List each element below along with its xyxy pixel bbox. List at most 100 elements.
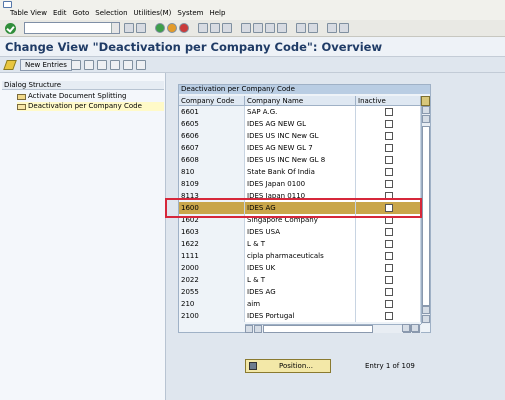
scroll-up-icon[interactable] — [422, 106, 430, 114]
scroll-down-icon[interactable] — [422, 315, 430, 323]
column-header-company-name[interactable]: Company Name — [245, 96, 356, 106]
inactive-checkbox[interactable] — [385, 144, 393, 152]
back-arrow-icon[interactable] — [124, 23, 134, 33]
scroll-left-icon[interactable] — [402, 324, 410, 332]
table-row[interactable]: 6608 IDES US INC New GL 8 — [179, 154, 421, 166]
menu-help[interactable]: Help — [209, 9, 225, 17]
find-next-icon[interactable] — [222, 23, 232, 33]
inactive-column-scroll[interactable] — [356, 324, 421, 333]
command-field[interactable] — [24, 22, 120, 34]
exit-icon[interactable] — [167, 23, 177, 33]
new-session-icon[interactable] — [296, 23, 306, 33]
company-code-cell: 810 — [179, 166, 245, 178]
inactive-checkbox[interactable] — [385, 288, 393, 296]
page-down-icon[interactable] — [422, 306, 430, 314]
inactive-checkbox[interactable] — [385, 228, 393, 236]
inactive-checkbox[interactable] — [385, 108, 393, 116]
select-block-icon[interactable] — [123, 60, 133, 70]
inactive-checkbox[interactable] — [385, 252, 393, 260]
menu-utilities[interactable]: Utilities(M) — [134, 9, 172, 17]
table-row[interactable]: 2022 L & T — [179, 274, 421, 286]
company-code-cell: 1603 — [179, 226, 245, 238]
company-name-cell: IDES Japan 0100 — [245, 178, 356, 190]
new-entries-button[interactable]: New Entries — [20, 59, 72, 71]
position-button[interactable]: Position... — [245, 359, 331, 373]
table-row[interactable]: 2000 IDES UK — [179, 262, 421, 274]
copy-as-icon[interactable] — [71, 60, 81, 70]
undo-change-icon[interactable] — [97, 60, 107, 70]
help-icon[interactable] — [327, 23, 337, 33]
inactive-checkbox[interactable] — [385, 312, 393, 320]
next-page-icon[interactable] — [265, 23, 275, 33]
company-code-cell: 6607 — [179, 142, 245, 154]
scroll-left-icon[interactable] — [245, 325, 253, 333]
scroll-right-icon[interactable] — [411, 324, 419, 332]
company-name-cell: IDES UK — [245, 262, 356, 274]
inactive-checkbox[interactable] — [385, 132, 393, 140]
shortcut-icon[interactable] — [308, 23, 318, 33]
table-row[interactable]: 2055 IDES AG — [179, 286, 421, 298]
inactive-checkbox[interactable] — [385, 168, 393, 176]
highlight-box — [165, 198, 422, 218]
inactive-checkbox[interactable] — [385, 276, 393, 284]
table-row[interactable]: 2100 IDES Portugal — [179, 310, 421, 322]
inactive-cell — [356, 226, 421, 238]
nav-item-deactivation-per-company-code[interactable]: Deactivation per Company Code — [17, 102, 164, 111]
vertical-scrollbar[interactable] — [421, 106, 430, 324]
back-icon[interactable] — [155, 23, 165, 33]
inactive-checkbox[interactable] — [385, 240, 393, 248]
enter-check-icon[interactable] — [5, 23, 16, 34]
company-name-cell: IDES AG NEW GL — [245, 118, 356, 130]
company-name-cell: aim — [245, 298, 356, 310]
column-header-company-code[interactable]: Company Code — [179, 96, 245, 106]
find-icon[interactable] — [210, 23, 220, 33]
table-row[interactable]: 810 State Bank Of India — [179, 166, 421, 178]
delete-icon[interactable] — [84, 60, 94, 70]
inactive-cell — [356, 250, 421, 262]
inactive-cell — [356, 142, 421, 154]
inactive-checkbox[interactable] — [385, 156, 393, 164]
table-row[interactable]: 1603 IDES USA — [179, 226, 421, 238]
nav-item-activate-document-splitting[interactable]: Activate Document Splitting — [17, 92, 127, 101]
menu-system[interactable]: System — [177, 9, 203, 17]
table-row[interactable]: 1622 L & T — [179, 238, 421, 250]
first-page-icon[interactable] — [241, 23, 251, 33]
system-menu-icon[interactable] — [3, 1, 12, 8]
select-all-icon[interactable] — [110, 60, 120, 70]
command-history-icon[interactable] — [111, 23, 119, 33]
company-name-cell: IDES USA — [245, 226, 356, 238]
menu-selection[interactable]: Selection — [95, 9, 127, 17]
page-left-icon[interactable] — [254, 325, 262, 333]
page-up-icon[interactable] — [422, 115, 430, 123]
company-name-cell: IDES AG — [245, 286, 356, 298]
company-code-cell: 1622 — [179, 238, 245, 250]
table-row[interactable]: 6601 SAP A.G. — [179, 106, 421, 118]
table-row[interactable]: 6605 IDES AG NEW GL — [179, 118, 421, 130]
print-icon[interactable] — [198, 23, 208, 33]
menu-table-view[interactable]: Table View — [10, 9, 47, 17]
table-settings-icon[interactable] — [421, 96, 430, 106]
inactive-checkbox[interactable] — [385, 180, 393, 188]
table-row[interactable]: 8109 IDES Japan 0100 — [179, 178, 421, 190]
menu-goto[interactable]: Goto — [73, 9, 90, 17]
table-row[interactable]: 210 aim — [179, 298, 421, 310]
scroll-thumb[interactable] — [422, 126, 430, 306]
deselect-all-icon[interactable] — [136, 60, 146, 70]
table-row[interactable]: 6607 IDES AG NEW GL 7 — [179, 142, 421, 154]
table-row[interactable]: 6606 IDES US INC New GL — [179, 130, 421, 142]
menu-edit[interactable]: Edit — [53, 9, 67, 17]
company-code-cell: 6601 — [179, 106, 245, 118]
company-code-cell: 2055 — [179, 286, 245, 298]
layout-menu-icon[interactable] — [339, 23, 349, 33]
table-row[interactable]: 1111 cipla pharmaceuticals — [179, 250, 421, 262]
cancel-icon[interactable] — [179, 23, 189, 33]
inactive-checkbox[interactable] — [385, 264, 393, 272]
inactive-checkbox[interactable] — [385, 300, 393, 308]
change-display-pencil-icon[interactable] — [3, 60, 17, 70]
previous-page-icon[interactable] — [253, 23, 263, 33]
last-page-icon[interactable] — [277, 23, 287, 33]
column-header-inactive[interactable]: Inactive — [356, 96, 421, 106]
inactive-checkbox[interactable] — [385, 120, 393, 128]
table-title: Deactivation per Company Code — [179, 85, 430, 94]
save-icon[interactable] — [136, 23, 146, 33]
